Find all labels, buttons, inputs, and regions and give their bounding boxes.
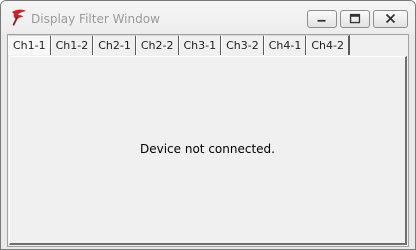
- tab-ch3-1[interactable]: Ch3-1: [178, 35, 223, 55]
- tab-ch1-1[interactable]: Ch1-1: [8, 35, 52, 55]
- tab-ch3-2[interactable]: Ch3-2: [221, 35, 265, 55]
- tab-panel: Device not connected.: [9, 56, 407, 245]
- channel-tabs: Ch1-1 Ch1-2 Ch2-1 Ch2-2 Ch3-1 Ch3-2 Ch4-…: [8, 35, 350, 55]
- close-icon: [385, 13, 396, 24]
- tab-ch4-1[interactable]: Ch4-1: [263, 35, 308, 55]
- close-button[interactable]: [373, 10, 408, 28]
- title-bar[interactable]: Display Filter Window: [1, 1, 415, 35]
- window-title: Display Filter Window: [31, 12, 160, 26]
- tab-ch1-2[interactable]: Ch1-2: [50, 35, 95, 55]
- client-area: Ch1-1 Ch1-2 Ch2-1 Ch2-2 Ch3-1 Ch3-2 Ch4-…: [7, 34, 409, 247]
- tab-ch4-2[interactable]: Ch4-2: [306, 35, 350, 55]
- app-icon: [12, 9, 26, 26]
- minimize-icon: [317, 19, 326, 22]
- maximize-icon: [349, 13, 361, 24]
- tab-ch2-2[interactable]: Ch2-2: [135, 35, 180, 55]
- status-message: Device not connected.: [140, 142, 275, 156]
- minimize-button[interactable]: [307, 10, 337, 28]
- display-filter-window: Display Filter Window Ch1-1 Ch1-2 Ch2-1 …: [0, 0, 416, 250]
- maximize-button[interactable]: [340, 10, 370, 28]
- tab-ch2-1[interactable]: Ch2-1: [93, 35, 137, 55]
